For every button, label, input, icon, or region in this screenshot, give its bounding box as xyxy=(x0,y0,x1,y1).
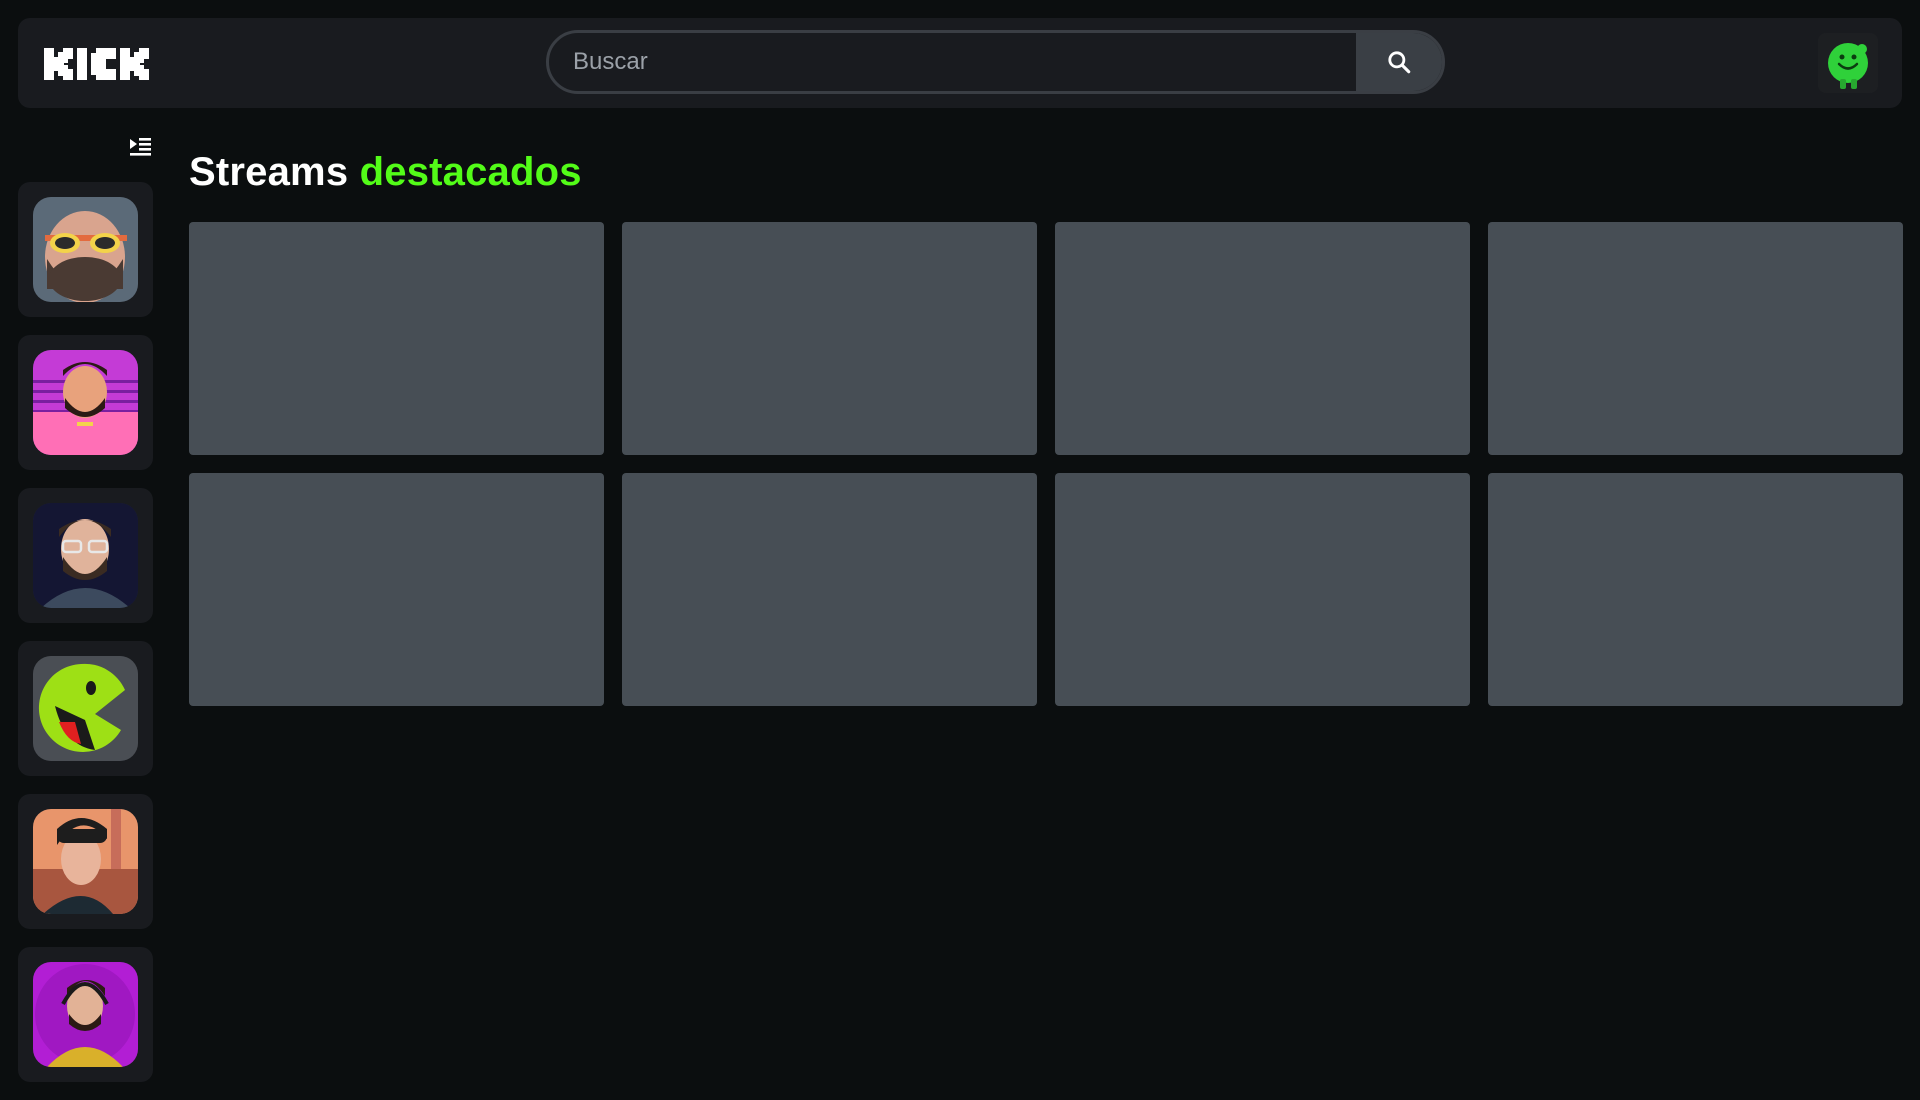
stream-card-placeholder[interactable] xyxy=(189,222,604,455)
search-bar xyxy=(546,30,1445,94)
search-button[interactable] xyxy=(1356,33,1442,91)
sidebar-channel-5[interactable] xyxy=(18,794,153,929)
stream-card-placeholder[interactable] xyxy=(1055,222,1470,455)
sidebar-toggle-button[interactable] xyxy=(127,133,153,159)
followed-channels-sidebar xyxy=(18,182,153,1100)
page-title: Streams destacados xyxy=(189,150,582,195)
man-headphones-purple-avatar xyxy=(33,962,138,1067)
bearded-man-yellow-sunglasses-avatar xyxy=(33,197,138,302)
stream-card-placeholder[interactable] xyxy=(1488,222,1903,455)
sidebar-channel-6[interactable] xyxy=(18,947,153,1082)
stream-card-placeholder[interactable] xyxy=(622,222,1037,455)
kick-logo-icon xyxy=(44,48,149,80)
sidebar-channel-4[interactable] xyxy=(18,641,153,776)
sidebar-channel-2[interactable] xyxy=(18,335,153,470)
top-navigation-bar xyxy=(18,18,1902,108)
sidebar-channel-3[interactable] xyxy=(18,488,153,623)
user-avatar[interactable] xyxy=(1818,33,1878,93)
kick-logo[interactable] xyxy=(42,46,154,82)
featured-streams-grid xyxy=(189,222,1903,706)
sidebar-expand-icon xyxy=(130,138,151,156)
green-laughing-mascot-avatar xyxy=(33,656,138,761)
page-title-prefix: Streams xyxy=(189,150,349,194)
search-input[interactable] xyxy=(549,33,1359,91)
anime-man-city-avatar xyxy=(33,809,138,914)
sidebar-channel-1[interactable] xyxy=(18,182,153,317)
stream-card-placeholder[interactable] xyxy=(1488,473,1903,706)
page-title-accent: destacados xyxy=(359,150,582,194)
bearded-man-glasses-dark-avatar xyxy=(33,503,138,608)
stream-card-placeholder[interactable] xyxy=(1055,473,1470,706)
green-character-avatar-icon xyxy=(1818,33,1878,93)
stream-card-placeholder[interactable] xyxy=(189,473,604,706)
stream-card-placeholder[interactable] xyxy=(622,473,1037,706)
search-icon xyxy=(1388,51,1411,74)
man-pink-synthwave-avatar xyxy=(33,350,138,455)
